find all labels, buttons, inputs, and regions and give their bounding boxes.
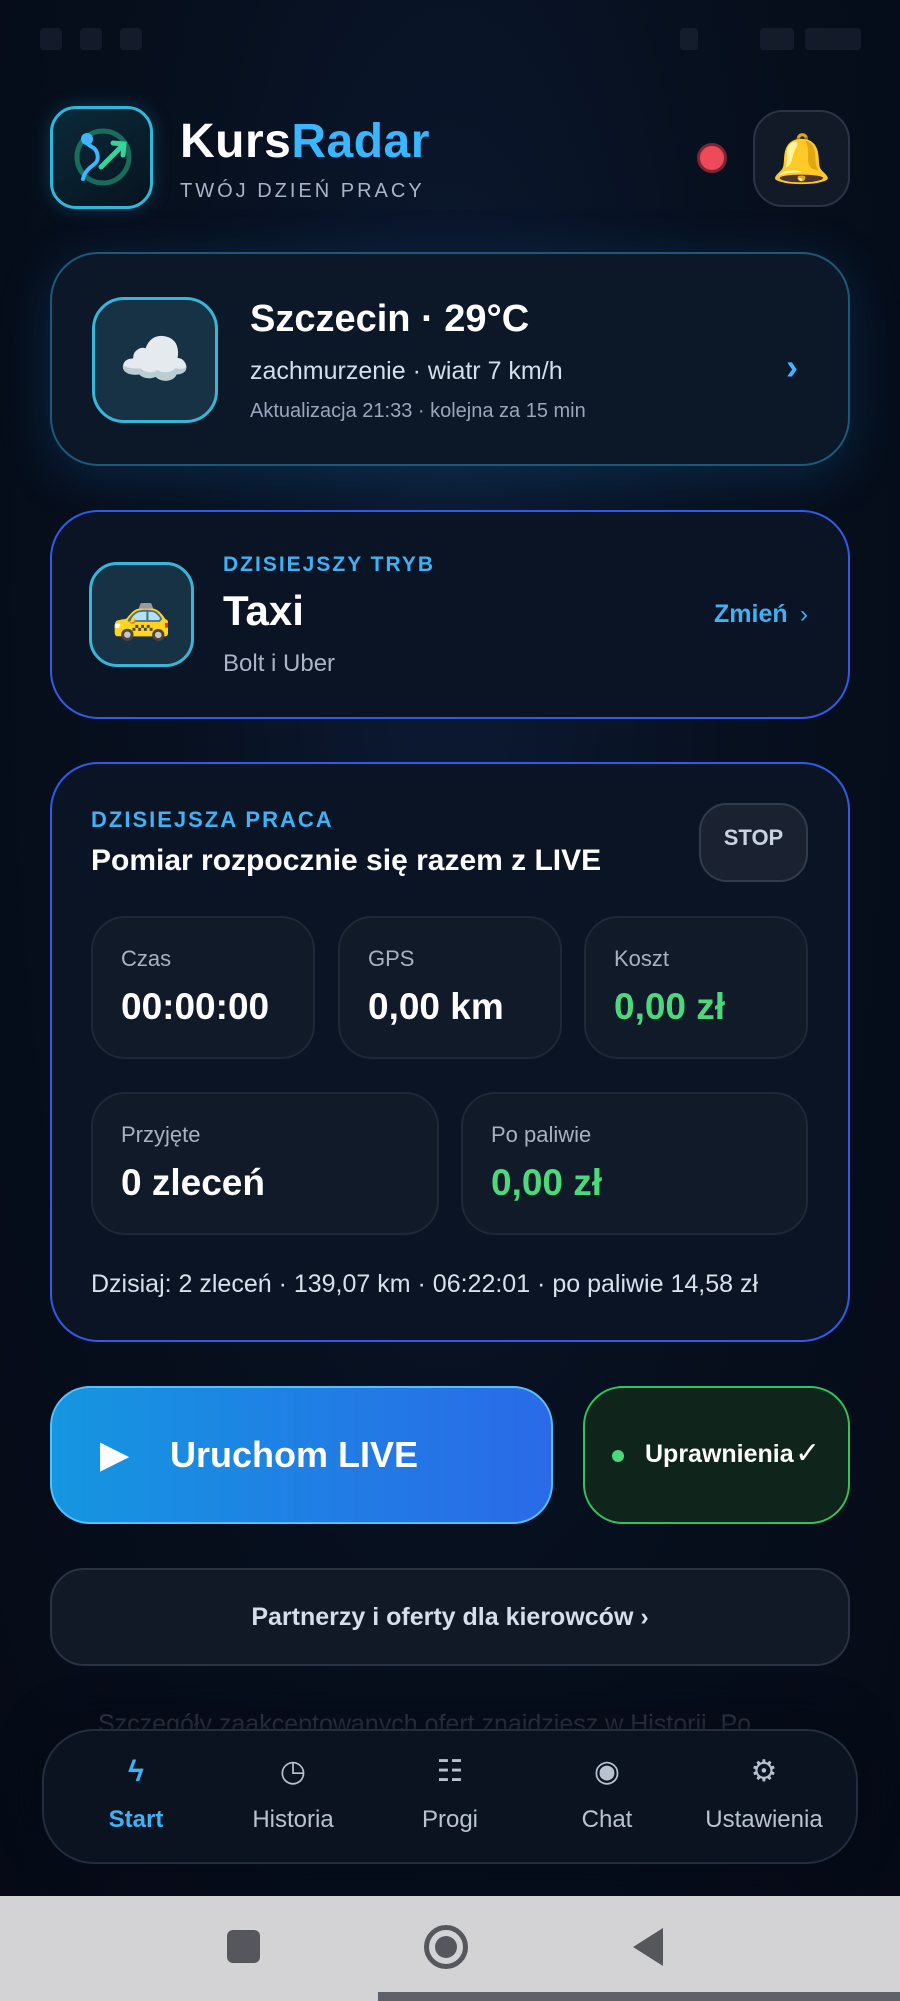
stat-value: 0,00 zł	[491, 1162, 603, 1203]
wifi-icon	[760, 28, 794, 50]
stat-label: Po paliwie	[491, 1122, 592, 1147]
status-bar	[0, 0, 900, 80]
notifications-button[interactable]: 🔔	[753, 110, 850, 207]
bluetooth-icon	[680, 28, 698, 50]
weather-description: zachmurzenie · wiatr 7 km/h	[250, 357, 563, 385]
mode-icon-box: 🚕	[89, 562, 194, 667]
nav-label: Start	[108, 1806, 164, 1833]
stat-value: 00:00:00	[121, 986, 270, 1027]
stat-label: Koszt	[614, 946, 670, 971]
permissions-label: Uprawnienia	[645, 1440, 794, 1468]
stat-value: 0 zleceń	[121, 1162, 265, 1203]
stat-cost: Koszt 0,00 zł	[584, 916, 808, 1059]
battery-icon	[805, 28, 861, 50]
stat-time: Czas 00:00:00	[91, 916, 315, 1059]
weather-city-temp: Szczecin · 29°C	[250, 298, 530, 340]
work-title: Pomiar rozpocznie się razem z LIVE	[91, 844, 602, 877]
chevron-right-icon[interactable]: ›	[786, 346, 798, 388]
status-icon	[40, 28, 62, 50]
weather-updated: Aktualizacja 21:33 · kolejna za 15 min	[250, 400, 586, 422]
checkmark-icon: ✓	[795, 1437, 821, 1470]
status-icon	[80, 28, 102, 50]
status-dot	[612, 1450, 624, 1462]
weather-icon-box: ☁️	[92, 297, 218, 423]
start-live-label: Uruchom LIVE	[170, 1434, 419, 1475]
cloud-icon: ☁️	[118, 327, 192, 392]
back-button[interactable]	[633, 1928, 663, 1966]
stat-label: Przyjęte	[121, 1122, 201, 1147]
stat-after-fuel: Po paliwie 0,00 zł	[461, 1092, 808, 1235]
nav-progi[interactable]: ☷ Progi	[380, 1750, 520, 1850]
nav-chat[interactable]: ◉ Chat	[537, 1750, 677, 1850]
app-title-part2: Radar	[291, 115, 430, 168]
mode-subtitle: Bolt i Uber	[223, 650, 336, 677]
nav-label: Historia	[252, 1806, 334, 1833]
route-logo-icon	[74, 128, 132, 186]
stat-gps: GPS 0,00 km	[338, 916, 562, 1059]
play-icon: ▶	[100, 1434, 130, 1476]
stat-value: 0,00 zł	[614, 986, 726, 1027]
work-label: DZISIEJSZA PRACA	[91, 807, 334, 832]
stat-label: Czas	[121, 946, 172, 971]
stat-accepted: Przyjęte 0 zleceń	[91, 1092, 439, 1235]
nav-label: Ustawienia	[705, 1806, 823, 1833]
stop-button[interactable]: STOP	[699, 803, 808, 882]
today-summary: Dzisiaj: 2 zleceń · 139,07 km · 06:22:01…	[91, 1270, 759, 1298]
app-title: KursRadar	[180, 114, 430, 169]
notification-dot	[697, 143, 727, 173]
recents-button[interactable]	[227, 1930, 260, 1963]
mode-title: Taxi	[223, 587, 304, 634]
nav-ustawienia[interactable]: ⚙ Ustawienia	[694, 1750, 834, 1850]
chevron-right-icon[interactable]: ›	[800, 601, 808, 629]
lightning-icon: ϟ	[128, 1755, 144, 1788]
gear-icon: ⚙	[750, 1755, 778, 1788]
chat-icon: ◉	[593, 1755, 621, 1788]
bell-icon: 🔔	[771, 133, 832, 186]
stat-value: 0,00 km	[368, 986, 504, 1027]
nav-start[interactable]: ϟ Start	[66, 1750, 206, 1850]
stat-label: GPS	[368, 946, 415, 971]
clock-icon: ◷	[279, 1755, 307, 1788]
change-mode-button[interactable]: Zmień	[714, 600, 788, 629]
nav-label: Chat	[581, 1806, 633, 1833]
partners-button[interactable]: Partnerzy i oferty dla kierowców ›	[50, 1568, 850, 1666]
mode-label: DZISIEJSZY TRYB	[223, 553, 436, 576]
list-icon: ☷	[436, 1755, 464, 1788]
app-subtitle: TWÓJ DZIEŃ PRACY	[180, 180, 425, 202]
app-title-part1: Kurs	[180, 115, 292, 168]
taxi-icon: 🚕	[111, 589, 172, 642]
gesture-handle	[378, 1992, 900, 2001]
app-logo	[50, 106, 153, 209]
status-icon	[120, 28, 142, 50]
home-icon	[435, 1936, 457, 1958]
nav-historia[interactable]: ◷ Historia	[223, 1750, 363, 1850]
nav-label: Progi	[421, 1806, 479, 1833]
